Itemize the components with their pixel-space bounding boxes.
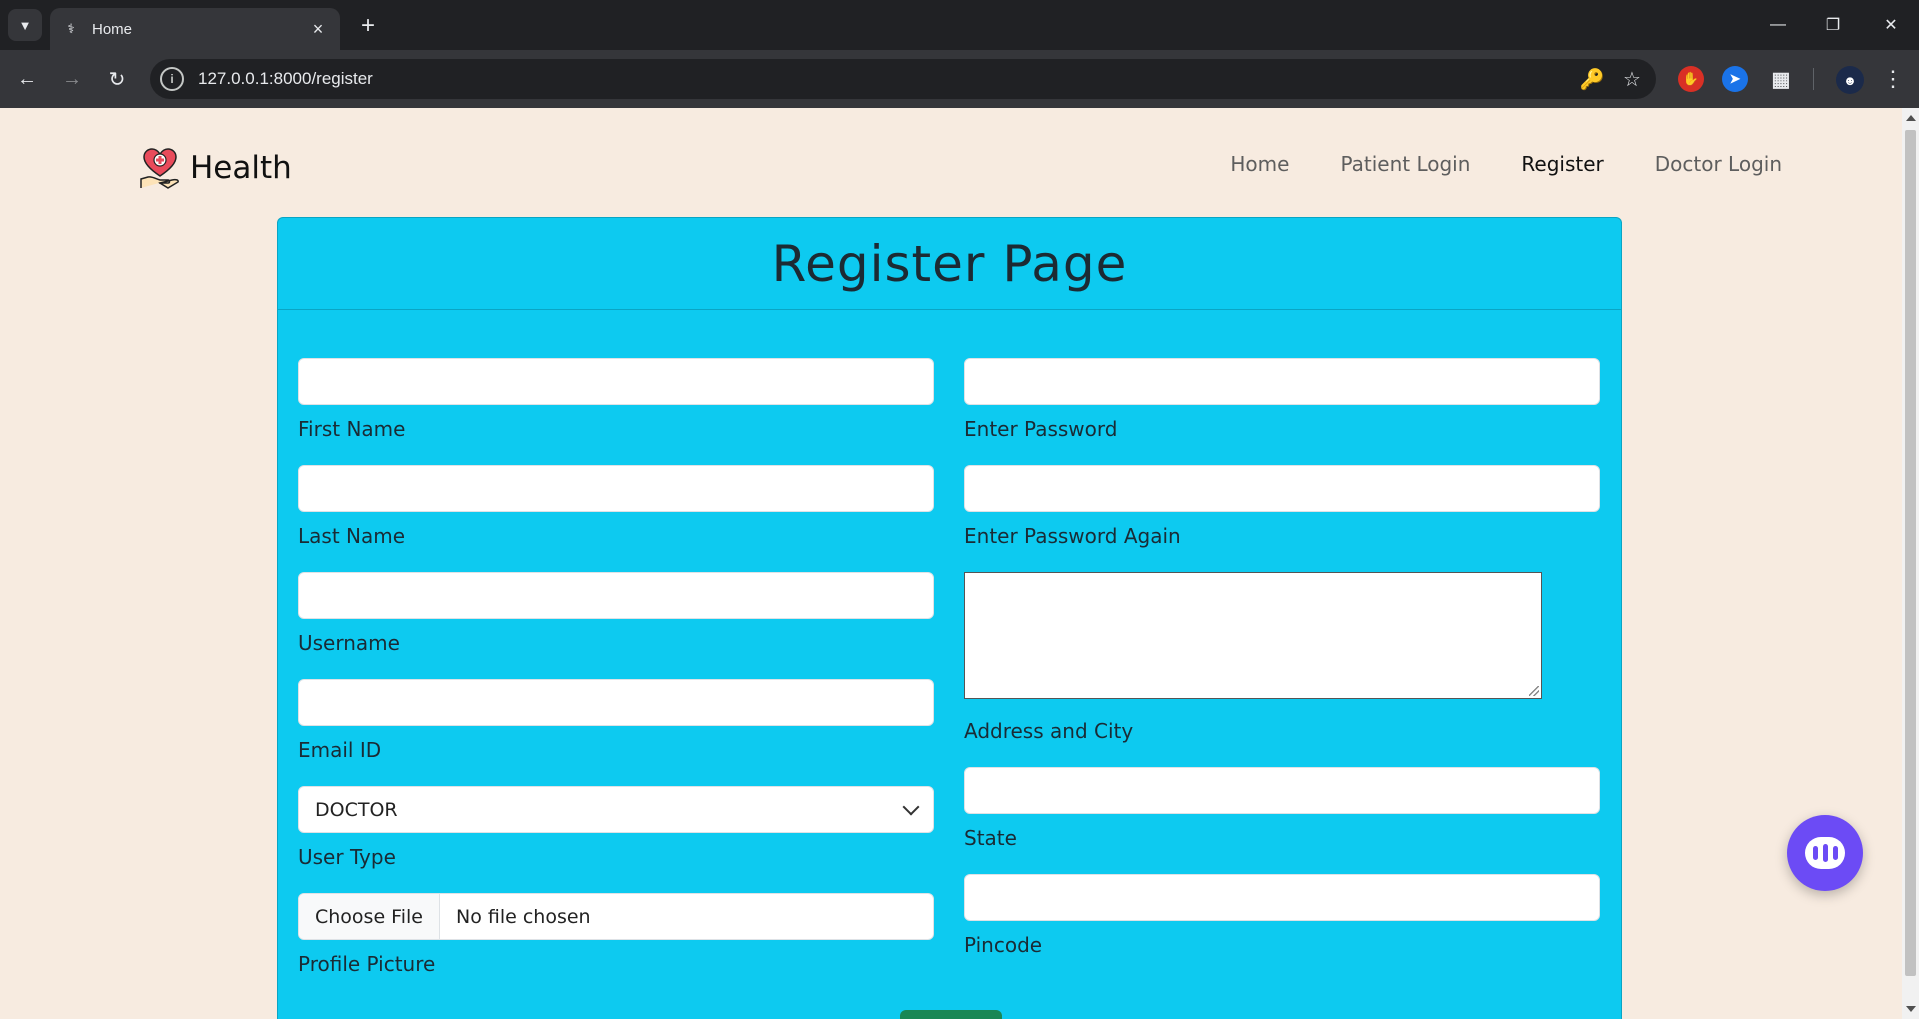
chat-widget-button[interactable] — [1787, 815, 1863, 891]
user-type-label: User Type — [298, 845, 396, 869]
password-input[interactable] — [964, 358, 1600, 405]
nav-doctor-login-link[interactable]: Doctor Login — [1655, 152, 1782, 176]
profile-avatar[interactable]: ☻ — [1836, 66, 1864, 94]
last-name-input[interactable] — [298, 465, 934, 512]
chevron-down-icon: ▼ — [18, 17, 32, 33]
choose-file-button[interactable]: Choose File — [299, 894, 440, 939]
site-info-icon[interactable]: i — [160, 67, 184, 91]
profile-picture-label: Profile Picture — [298, 952, 436, 976]
toolbar-divider — [1813, 68, 1814, 90]
forward-arrow-icon[interactable]: → — [57, 64, 87, 94]
back-arrow-icon[interactable]: ← — [12, 64, 42, 94]
nav-patient-login-link[interactable]: Patient Login — [1340, 152, 1470, 176]
first-name-label: First Name — [298, 417, 406, 441]
pincode-label: Pincode — [964, 933, 1043, 957]
email-label: Email ID — [298, 738, 382, 762]
pincode-input[interactable] — [964, 874, 1600, 921]
register-card: Register Page First Name Last Name Usern… — [277, 217, 1622, 1019]
main-nav: Home Patient Login Register Doctor Login — [1230, 152, 1782, 176]
browser-tab[interactable]: ⚕ Home × — [50, 8, 340, 50]
email-input[interactable] — [298, 679, 934, 726]
card-header: Register Page — [278, 218, 1621, 310]
tab-title: Home — [92, 20, 133, 38]
url-text[interactable]: 127.0.0.1:8000/register — [198, 69, 1576, 89]
username-label: Username — [298, 631, 400, 655]
adblock-extension-icon[interactable]: ✋ — [1678, 66, 1704, 92]
page-scrollbar[interactable] — [1902, 108, 1919, 1019]
browser-toolbar: ← → ↻ i 127.0.0.1:8000/register 🔑 ☆ ✋ ➤ … — [0, 50, 1919, 108]
address-label: Address and City — [964, 719, 1134, 743]
bookmark-star-icon[interactable]: ☆ — [1616, 63, 1648, 95]
submit-button[interactable]: Submit — [900, 1010, 1002, 1019]
page-viewport: Health Home Patient Login Register Docto… — [0, 108, 1902, 1019]
vpn-extension-icon[interactable]: ➤ — [1722, 66, 1748, 92]
close-tab-icon[interactable]: × — [308, 19, 328, 39]
nav-home-link[interactable]: Home — [1230, 152, 1289, 176]
browser-tab-strip: ▼ ⚕ Home × + — ❐ ✕ — [0, 0, 1919, 50]
chat-icon — [1805, 837, 1845, 869]
new-tab-button[interactable]: + — [354, 12, 382, 40]
chevron-down-icon — [902, 798, 920, 816]
password-label: Enter Password — [964, 417, 1118, 441]
scroll-down-icon[interactable] — [1906, 1006, 1916, 1012]
user-type-select[interactable]: DOCTOR — [298, 786, 934, 833]
brand-name: Health — [190, 150, 292, 186]
user-type-value: DOCTOR — [315, 798, 398, 821]
brand[interactable]: Health — [138, 146, 292, 190]
minimize-icon[interactable]: — — [1758, 10, 1798, 40]
address-bar[interactable]: i 127.0.0.1:8000/register 🔑 ☆ — [150, 59, 1656, 99]
scrollbar-thumb[interactable] — [1905, 130, 1916, 976]
first-name-input[interactable] — [298, 358, 934, 405]
scroll-up-icon[interactable] — [1906, 115, 1916, 121]
tab-search-button[interactable]: ▼ — [8, 9, 42, 41]
password-again-label: Enter Password Again — [964, 524, 1181, 548]
more-menu-icon[interactable]: ⋮ — [1878, 64, 1908, 94]
restore-icon[interactable]: ❐ — [1813, 10, 1853, 40]
address-textarea[interactable] — [964, 572, 1542, 699]
resize-grip-icon[interactable] — [1529, 686, 1539, 696]
extensions-puzzle-icon[interactable]: ▦ — [1768, 66, 1794, 92]
nav-register-link[interactable]: Register — [1521, 152, 1603, 176]
site-favicon-icon: ⚕ — [67, 21, 75, 36]
reload-icon[interactable]: ↻ — [102, 64, 132, 94]
file-status-text: No file chosen — [455, 905, 591, 928]
profile-picture-input[interactable]: Choose File No file chosen — [298, 893, 934, 940]
health-logo-icon — [140, 148, 179, 189]
page-title: Register Page — [771, 234, 1128, 293]
password-again-input[interactable] — [964, 465, 1600, 512]
state-label: State — [964, 826, 1017, 850]
close-window-icon[interactable]: ✕ — [1871, 10, 1911, 40]
state-input[interactable] — [964, 767, 1600, 814]
username-input[interactable] — [298, 572, 934, 619]
last-name-label: Last Name — [298, 524, 406, 548]
password-key-icon[interactable]: 🔑 — [1576, 63, 1608, 95]
